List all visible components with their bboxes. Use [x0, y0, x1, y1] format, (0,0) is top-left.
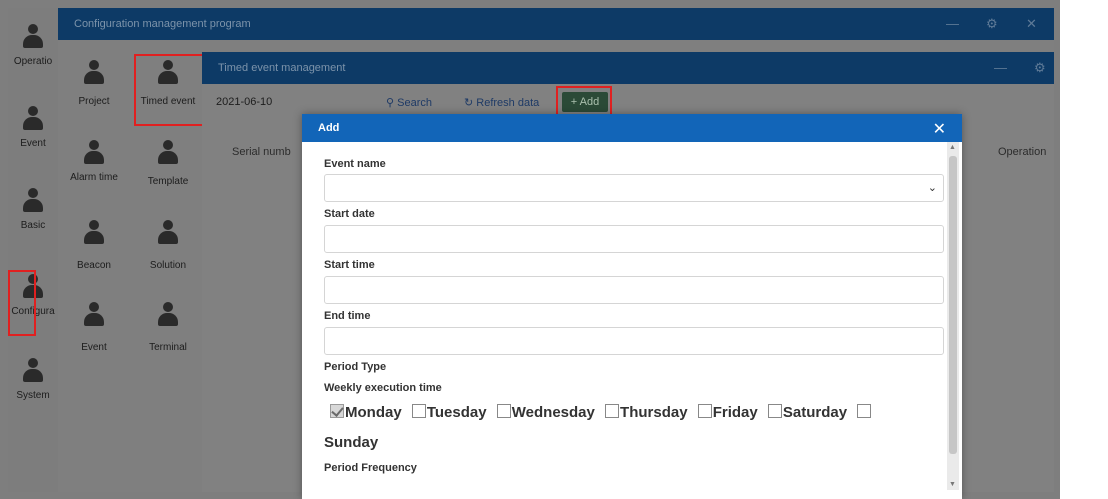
user-icon	[83, 140, 105, 166]
module-label: Template	[147, 176, 189, 187]
module-terminal[interactable]: Terminal	[138, 302, 198, 372]
config-window-titlebar: Configuration management program — ⚙ ✕	[58, 8, 1054, 40]
page-margin	[1060, 0, 1108, 499]
user-icon	[157, 220, 179, 246]
chevron-down-icon: ⌄	[927, 182, 937, 194]
search-button[interactable]: ⚲ Search	[386, 96, 432, 109]
rail-item-event[interactable]: Event	[8, 106, 58, 166]
sunday-checkbox[interactable]	[857, 404, 872, 418]
rail-item-label: Event	[20, 138, 46, 149]
module-label: Solution	[149, 260, 187, 271]
window-title: Configuration management program	[74, 18, 251, 30]
user-icon	[157, 302, 179, 328]
start-date-input[interactable]	[324, 225, 944, 253]
rail-item-system[interactable]: System	[8, 358, 58, 418]
rail-item-label: Operatio	[13, 56, 53, 67]
scroll-up-icon[interactable]: ▲	[949, 144, 956, 151]
module-label: Event	[81, 342, 107, 353]
module-label: Terminal	[149, 342, 187, 353]
end-time-input[interactable]	[324, 327, 944, 355]
module-solution[interactable]: Solution	[138, 220, 198, 290]
refresh-label: Refresh data	[476, 97, 540, 109]
highlight-box	[134, 54, 204, 126]
scrollbar-thumb[interactable]	[949, 156, 957, 454]
friday-checkbox[interactable]	[697, 404, 712, 418]
minimize-icon[interactable]: —	[946, 16, 959, 31]
left-nav-rail: Operatio Event Basic Configura System	[8, 8, 58, 492]
gear-icon[interactable]: ⚙	[986, 16, 998, 32]
weekly-execution-label: Weekly execution time	[324, 382, 442, 394]
refresh-icon: ↻	[464, 97, 477, 109]
user-icon	[83, 302, 105, 328]
search-icon: ⚲	[386, 97, 398, 109]
module-alarm-time[interactable]: Alarm time	[64, 140, 124, 210]
minimize-icon[interactable]: —	[994, 60, 1007, 75]
module-label: Beacon	[77, 260, 111, 271]
module-event[interactable]: Event	[64, 302, 124, 372]
user-icon	[22, 106, 44, 132]
module-template[interactable]: Template	[138, 140, 198, 210]
module-project[interactable]: Project	[64, 60, 124, 130]
day-label: Thursday	[620, 404, 688, 421]
column-header-operation[interactable]: Operation	[998, 146, 1046, 158]
monday-checkbox[interactable]	[330, 404, 344, 418]
search-label: Search	[397, 97, 432, 109]
highlight-box	[8, 270, 36, 336]
period-type-label: Period Type	[324, 361, 387, 373]
close-icon[interactable]: ✕	[933, 119, 946, 139]
date-filter-input[interactable]: 2021-06-10	[216, 96, 272, 108]
dialog-header: Add ✕	[302, 114, 962, 142]
user-icon	[22, 188, 44, 214]
module-beacon[interactable]: Beacon	[64, 220, 124, 290]
event-name-select[interactable]: ⌄	[324, 174, 944, 202]
close-icon[interactable]: ✕	[1026, 16, 1037, 32]
start-time-label: Start time	[324, 259, 375, 271]
module-label: Project	[78, 96, 110, 107]
event-name-label: Event name	[324, 158, 386, 170]
day-label: Tuesday	[426, 404, 487, 421]
end-time-label: End time	[324, 310, 371, 322]
thursday-checkbox[interactable]	[605, 404, 620, 418]
rail-item-label: System	[16, 390, 50, 401]
refresh-button[interactable]: ↻ Refresh data	[464, 96, 539, 109]
user-icon	[83, 60, 105, 86]
start-time-input[interactable]	[324, 276, 944, 304]
day-label: Wednesday	[511, 404, 595, 421]
timed-event-titlebar: Timed event management — ⚙	[202, 52, 1054, 84]
day-label: Monday	[345, 404, 402, 421]
saturday-checkbox[interactable]	[767, 404, 782, 418]
day-label: Sunday	[324, 434, 379, 451]
rail-item-operation[interactable]: Operatio	[8, 24, 58, 84]
column-header-serial[interactable]: Serial numb	[232, 146, 291, 158]
module-label: Alarm time	[70, 172, 118, 183]
dialog-title: Add	[318, 122, 340, 134]
window-title: Timed event management	[218, 62, 346, 74]
user-icon	[22, 358, 44, 384]
user-icon	[83, 220, 105, 246]
day-label: Friday	[712, 404, 758, 421]
user-icon	[157, 140, 179, 166]
tuesday-checkbox[interactable]	[411, 404, 426, 418]
weekday-checkboxes: Monday Tuesday Wednesday Thursday Friday…	[324, 398, 950, 458]
dialog-scrollbar[interactable]: ▲ ▼	[947, 142, 959, 490]
day-label: Saturday	[782, 404, 848, 421]
highlight-box	[556, 86, 612, 116]
dialog-form: Event name ⌄ Start date Start time End t…	[324, 142, 944, 499]
gear-icon[interactable]: ⚙	[1034, 60, 1046, 76]
wednesday-checkbox[interactable]	[496, 404, 511, 418]
rail-item-label: Basic	[20, 220, 46, 231]
period-frequency-label: Period Frequency	[324, 462, 417, 474]
rail-item-basic[interactable]: Basic	[8, 188, 58, 248]
add-dialog: Add ✕ Event name ⌄ Start date Start time…	[302, 114, 962, 499]
scroll-down-icon[interactable]: ▼	[949, 481, 956, 488]
start-date-label: Start date	[324, 208, 375, 220]
user-icon	[22, 24, 44, 50]
